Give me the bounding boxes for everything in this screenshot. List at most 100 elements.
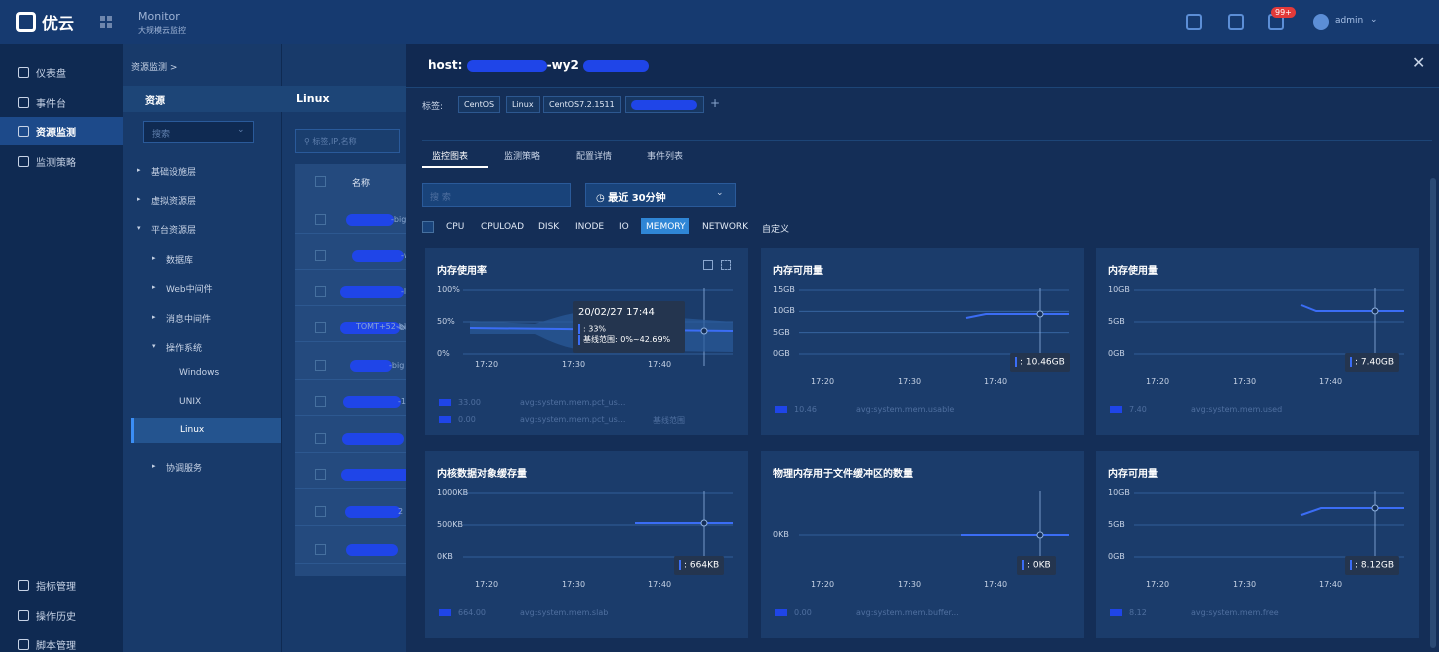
scrollbar[interactable] (1430, 178, 1436, 648)
row-checkbox[interactable] (315, 214, 326, 225)
tab-policies[interactable]: 监测策略 (504, 149, 540, 162)
chart-tooltip: : 7.40GB (1345, 353, 1400, 372)
tab-config[interactable]: 配置详情 (576, 149, 612, 162)
legend-swatch[interactable] (1110, 406, 1122, 413)
row-checkbox[interactable] (315, 286, 326, 297)
row-checkbox[interactable] (315, 360, 326, 371)
tab-charts[interactable]: 监控图表 (432, 149, 468, 162)
metric-tab-network[interactable]: NETWORK (702, 222, 748, 232)
nav-bottom-item-0[interactable]: 指标管理 (0, 571, 123, 599)
metric-tab-custom[interactable]: 自定义 (762, 222, 789, 235)
tree-item[interactable]: Windows (179, 368, 219, 378)
tree-item[interactable]: 消息中间件 (166, 312, 211, 325)
legend-name[interactable]: avg:system.mem.used (1191, 405, 1282, 414)
row-checkbox[interactable] (315, 433, 326, 444)
collapsed-arrow-icon[interactable]: ▸ (152, 462, 156, 470)
add-tag-button[interactable]: + (710, 96, 720, 110)
tree-item[interactable]: 虚拟资源层 (151, 194, 196, 207)
tree-item[interactable]: 操作系统 (166, 341, 202, 354)
row-checkbox[interactable] (315, 396, 326, 407)
legend-name[interactable]: avg:system.mem.usable (856, 405, 954, 414)
nav-item-3[interactable]: 监测策略 (0, 147, 123, 175)
tree-item[interactable]: Web中间件 (166, 282, 213, 295)
host-name-suffix[interactable]: -big (391, 215, 406, 224)
metric-tab-inode[interactable]: INODE (575, 222, 604, 232)
layout-icon[interactable] (1228, 14, 1244, 30)
legend-name[interactable]: avg:system.mem.pct_us... (520, 398, 625, 407)
metric-tab-cpu[interactable]: CPU (446, 222, 464, 232)
host-search-input[interactable]: ⚲ 标签,IP,名称 (295, 129, 400, 153)
tag-chip[interactable]: CentOS7.2.1511 (543, 96, 621, 113)
y-tick-label: 0GB (1108, 349, 1125, 358)
legend-name[interactable]: avg:system.mem.slab (520, 608, 608, 617)
tag-chip[interactable]: CentOS (458, 96, 501, 113)
close-icon[interactable]: ✕ (1412, 53, 1425, 72)
user-name[interactable]: admin (1335, 16, 1363, 26)
tab-events[interactable]: 事件列表 (647, 149, 683, 162)
expanded-arrow-icon[interactable]: ▾ (137, 224, 141, 232)
row-checkbox[interactable] (315, 506, 326, 517)
host-name-text[interactable]: TOMT+52-bic (356, 322, 410, 331)
legend-name[interactable]: avg:system.mem.buffer... (856, 608, 959, 617)
y-tick-label: 5GB (1108, 520, 1125, 529)
legend-swatch[interactable] (775, 609, 787, 616)
nav-item-2[interactable]: 资源监测 (0, 117, 123, 145)
metric-select-all-checkbox[interactable] (422, 221, 434, 233)
tree-item[interactable]: 基础设施层 (151, 165, 196, 178)
nav-item-1[interactable]: 事件台 (0, 88, 123, 116)
collapsed-arrow-icon[interactable]: ▸ (137, 195, 141, 203)
home-icon[interactable] (1186, 14, 1202, 30)
chart-card: 内存使用量 10GB 5GB 0GB 17:20 17:30 17:40: 7.40GB 7.… (1096, 248, 1419, 435)
row-checkbox[interactable] (315, 322, 326, 333)
legend-swatch[interactable] (439, 609, 451, 616)
chart-search-input[interactable]: 搜 索 (422, 183, 571, 207)
host-name-suffix[interactable]: -1 (398, 397, 406, 406)
legend-swatch[interactable] (775, 406, 787, 413)
host-name-suffix[interactable]: 2 (398, 507, 403, 516)
nav-item-label: 仪表盘 (36, 68, 66, 80)
row-checkbox[interactable] (315, 469, 326, 480)
tree-item-selected[interactable]: Linux (131, 418, 281, 443)
chevron-down-icon[interactable]: ⌄ (237, 125, 245, 135)
tree-item[interactable]: 平台资源层 (151, 223, 196, 236)
row-checkbox[interactable] (315, 250, 326, 261)
app-switcher-icon[interactable] (100, 16, 112, 28)
chart-tooltip: : 10.46GB (1010, 353, 1070, 372)
tag-chip[interactable] (625, 96, 704, 113)
metric-tab-memory[interactable]: MEMORY (646, 222, 685, 232)
host-name-suffix[interactable]: -big (389, 361, 404, 370)
metric-tab-cpuload[interactable]: CPULOAD (481, 222, 524, 232)
nav-bottom-item-2[interactable]: 脚本管理 (0, 630, 123, 652)
select-all-checkbox[interactable] (315, 176, 326, 187)
legend-name[interactable]: avg:system.mem.free (1191, 608, 1279, 617)
host-name-part: -wy2 (546, 58, 579, 72)
tree-item[interactable]: 协调服务 (166, 461, 202, 474)
metric-tab-io[interactable]: IO (619, 222, 629, 232)
metric-tab-disk[interactable]: DISK (538, 222, 559, 232)
legend-swatch[interactable] (439, 416, 451, 423)
chevron-down-icon[interactable]: ⌄ (716, 188, 724, 198)
row-checkbox[interactable] (315, 544, 326, 555)
expanded-arrow-icon[interactable]: ▾ (152, 342, 156, 350)
nav-item-0[interactable]: 仪表盘 (0, 58, 123, 86)
time-range-select[interactable]: ◷ 最近 30分钟 (585, 183, 736, 207)
chevron-down-icon[interactable]: ⌄ (1370, 15, 1378, 25)
collapsed-arrow-icon[interactable]: ▸ (152, 254, 156, 262)
collapsed-arrow-icon[interactable]: ▸ (152, 283, 156, 291)
user-avatar-icon[interactable] (1313, 14, 1329, 30)
collapsed-arrow-icon[interactable]: ▸ (152, 313, 156, 321)
app-logo[interactable]: 优云 (16, 10, 74, 34)
legend-swatch[interactable] (439, 399, 451, 406)
x-tick-label: 17:20 (475, 360, 499, 369)
nav-bottom-item-1[interactable]: 操作历史 (0, 601, 123, 629)
collapsed-arrow-icon[interactable]: ▸ (137, 166, 141, 174)
tooltip-value: : 664KB (684, 560, 720, 571)
breadcrumb[interactable]: 资源监测 > (131, 60, 177, 73)
legend-name[interactable]: avg:system.mem.pct_us... (520, 415, 625, 424)
chart-card: 内核数据对象缓存量 1000KB 500KB 0KB 17:20 17:30 17:40: … (425, 451, 748, 638)
tree-item[interactable]: 数据库 (166, 253, 193, 266)
legend-swatch[interactable] (1110, 609, 1122, 616)
tooltip-time: 20/02/27 17:44 (578, 307, 655, 318)
tag-chip[interactable]: Linux (506, 96, 540, 113)
tree-item[interactable]: UNIX (179, 397, 201, 407)
